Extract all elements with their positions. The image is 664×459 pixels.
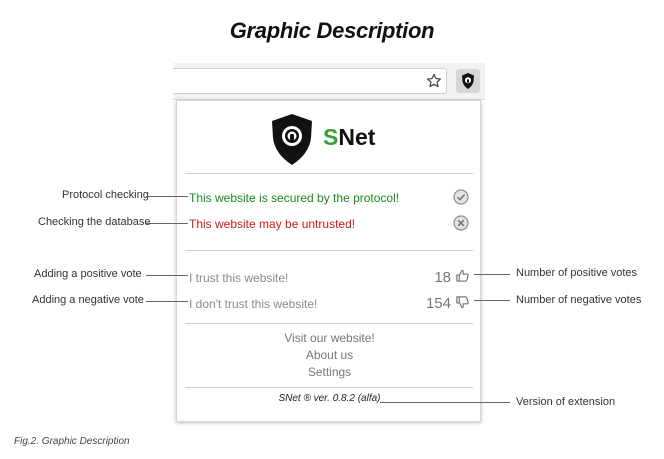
divider [185, 173, 473, 174]
figure-title: Graphic Description [229, 18, 435, 43]
brand-rest: Net [338, 124, 376, 150]
figure-caption: Fig.2. Graphic Description [14, 436, 130, 447]
brand-name: SNet [323, 124, 375, 151]
thumbs-down-icon[interactable] [455, 295, 470, 310]
star-icon[interactable] [425, 72, 443, 90]
divider [185, 250, 473, 251]
snet-shield-icon [462, 73, 474, 89]
callout-line [146, 301, 188, 302]
distrust-website-button[interactable]: I don't trust this website! [189, 297, 317, 311]
divider [185, 323, 473, 324]
snet-extension-button[interactable] [456, 69, 480, 93]
callout-line [146, 275, 188, 276]
positive-vote-count: 18 [434, 269, 451, 286]
callout-adding-negative: Adding a negative vote [32, 294, 144, 306]
database-status: This website may be untrusted! [189, 217, 356, 231]
extension-popup: SNet This website is secured by the prot… [176, 100, 481, 422]
protocol-status: This website is secured by the protocol! [189, 191, 400, 205]
about-us-link[interactable]: About us [177, 348, 482, 362]
brand-s: S [323, 124, 339, 150]
browser-toolbar [173, 63, 485, 100]
thumbs-up-icon[interactable] [455, 268, 470, 283]
callout-line [146, 196, 188, 197]
x-circle-icon [453, 215, 469, 231]
check-circle-icon [453, 189, 469, 205]
callout-line [146, 223, 188, 224]
callout-line [380, 402, 510, 403]
callout-number-positive: Number of positive votes [516, 267, 638, 279]
callout-number-negative: Number of negative votes [516, 294, 642, 306]
address-bar[interactable] [173, 68, 447, 94]
settings-link[interactable]: Settings [177, 365, 482, 379]
callout-line [474, 300, 510, 301]
callout-protocol-checking: Protocol checking [62, 189, 149, 201]
callout-version-of-extension: Version of extension [516, 396, 616, 408]
callout-adding-positive: Adding a positive vote [34, 268, 142, 280]
negative-vote-count: 154 [425, 295, 451, 312]
trust-website-button[interactable]: I trust this website! [189, 271, 288, 285]
visit-website-link[interactable]: Visit our website! [177, 331, 482, 345]
divider [185, 387, 473, 388]
callout-checking-database: Checking the database [38, 216, 151, 228]
callout-line [474, 274, 510, 275]
